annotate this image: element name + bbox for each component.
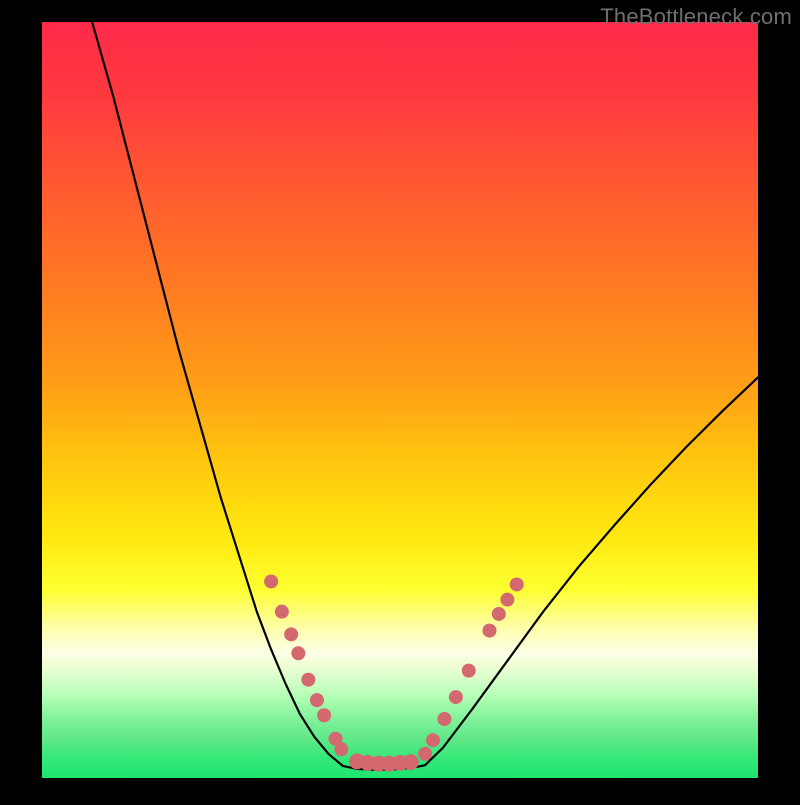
- watermark-text: TheBottleneck.com: [600, 4, 792, 30]
- curve-marker: [310, 693, 324, 707]
- curve-marker: [510, 577, 524, 591]
- curve-marker: [462, 664, 476, 678]
- bottleneck-chart-container: TheBottleneck.com: [0, 0, 800, 800]
- curve-marker: [334, 742, 348, 756]
- curve-marker: [317, 708, 331, 722]
- curve-marker: [483, 624, 497, 638]
- curve-marker: [291, 646, 305, 660]
- curve-marker: [449, 690, 463, 704]
- heat-gradient-background: [42, 22, 758, 778]
- curve-marker: [301, 673, 315, 687]
- bottleneck-chart-svg: [0, 0, 800, 800]
- curve-marker: [492, 607, 506, 621]
- curve-marker: [500, 593, 514, 607]
- curve-marker: [418, 747, 432, 761]
- curve-marker: [275, 605, 289, 619]
- curve-marker: [403, 754, 419, 770]
- curve-marker: [264, 574, 278, 588]
- curve-marker: [437, 712, 451, 726]
- curve-marker: [426, 733, 440, 747]
- curve-marker: [284, 627, 298, 641]
